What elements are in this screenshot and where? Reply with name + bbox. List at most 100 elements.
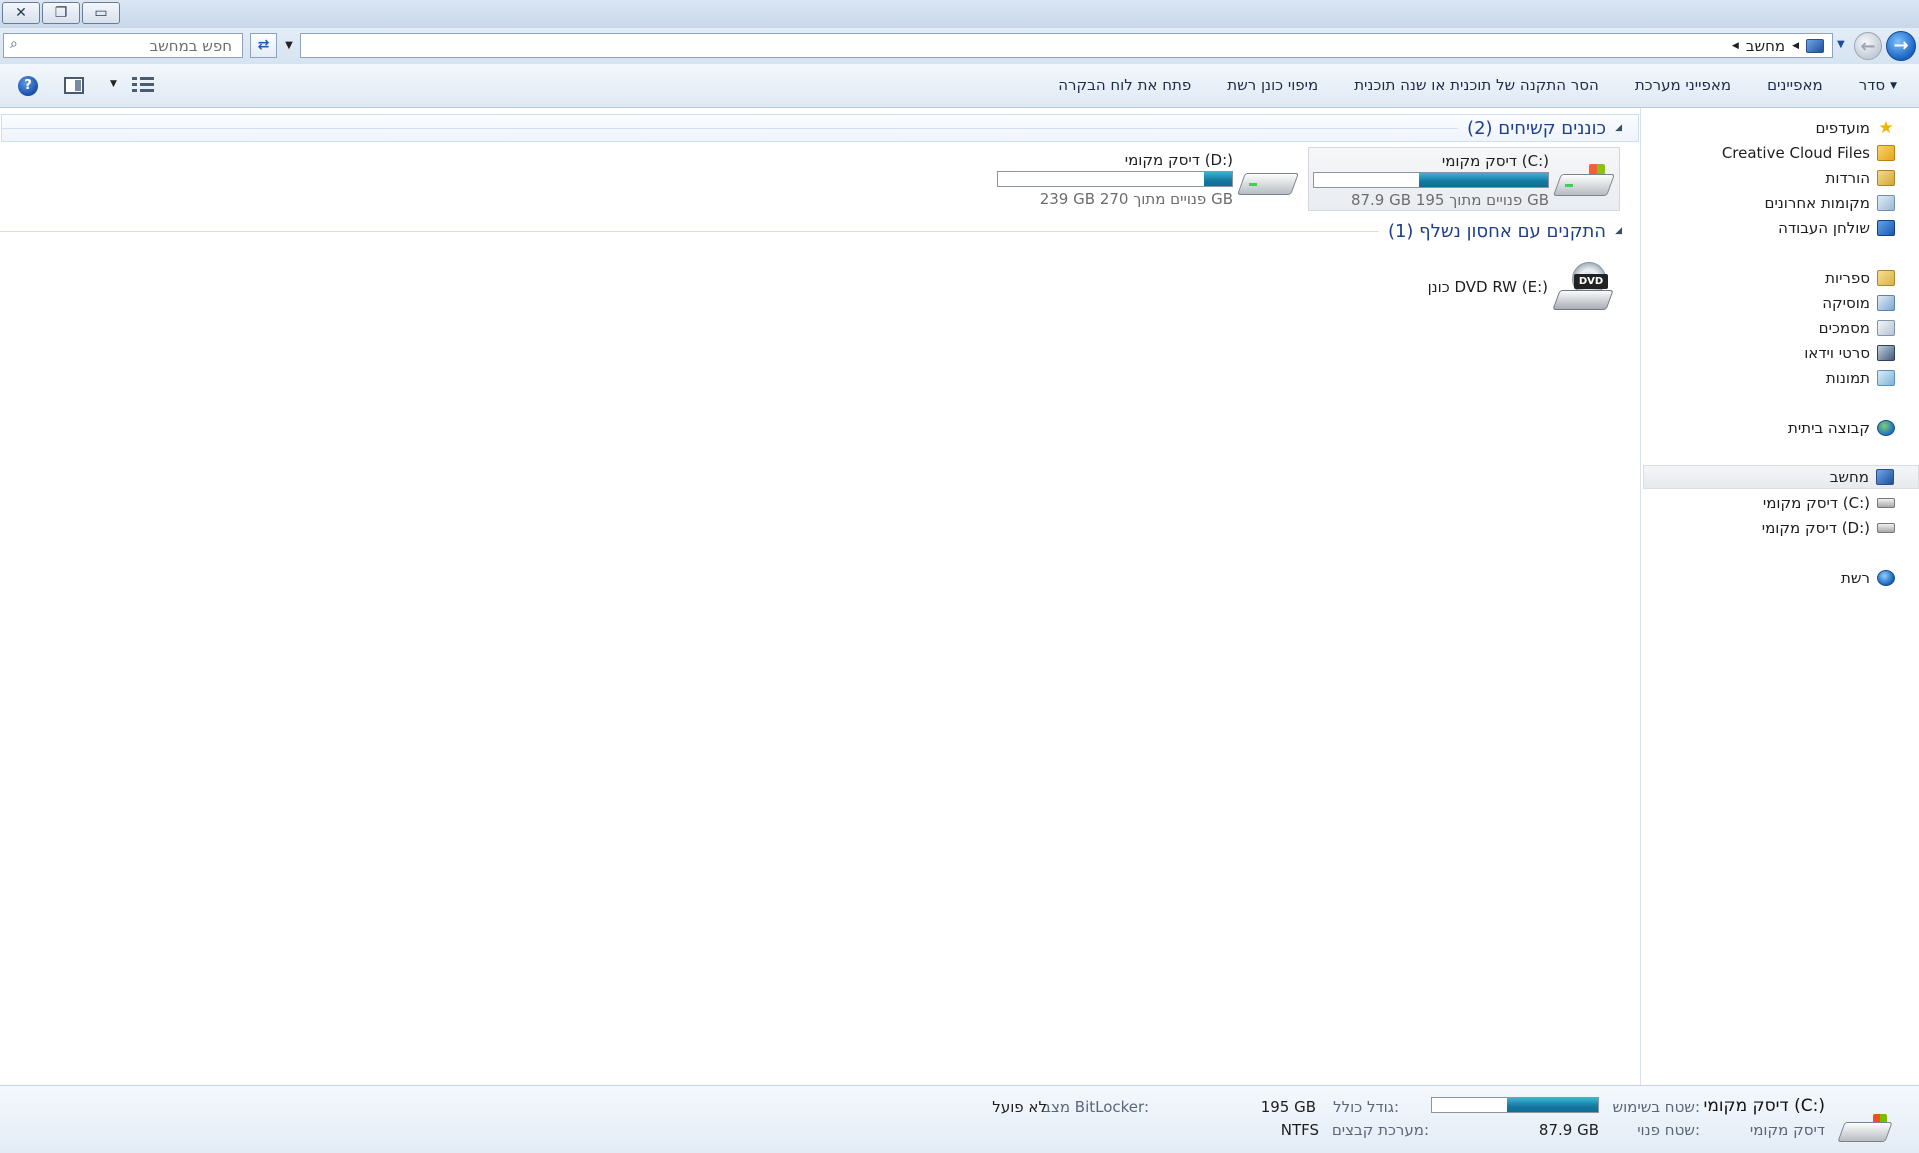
nav-item-favorites[interactable]: ★ מועדפים <box>1645 116 1895 140</box>
computer-icon <box>1806 39 1824 53</box>
nav-item-drive-c[interactable]: דיסק מקומי (C:) <box>1645 491 1895 515</box>
drive-usage-bar <box>997 171 1233 187</box>
nav-item-videos[interactable]: סרטי וידאו <box>1645 341 1895 365</box>
drive-free-space: 239 GB פנויים מתוך 270 GB <box>1039 190 1233 208</box>
details-usage-bar <box>1431 1097 1599 1113</box>
group-header-removable[interactable]: ◢ התקנים עם אחסון נשלף (1) <box>0 218 1622 244</box>
nav-label: תמונות <box>1825 369 1870 387</box>
computer-icon <box>1876 469 1894 485</box>
group-header-hard-drives[interactable]: ◢ כוננים קשיחים (2) <box>1 114 1639 142</box>
recent-places-icon <box>1877 195 1895 211</box>
nav-item-downloads[interactable]: הורדות <box>1645 166 1895 190</box>
nav-item-pictures[interactable]: תמונות <box>1645 366 1895 390</box>
help-icon[interactable]: ? <box>18 76 38 96</box>
nav-label: דיסק מקומי (D:) <box>1761 519 1870 537</box>
drive-tile-d[interactable]: דיסק מקומי (D:) 239 GB פנויים מתוך 270 G… <box>991 147 1303 211</box>
drive-free-space: 87.9 GB פנויים מתוך 195 GB <box>1350 191 1549 209</box>
change-view-dropdown[interactable]: ▼ <box>110 79 117 105</box>
open-control-panel-button[interactable]: פתח את לוח הבקרה <box>1058 76 1191 94</box>
uninstall-program-button[interactable]: הסר התקנה של תוכנית או שנה תוכנית <box>1354 76 1599 94</box>
nav-item-computer[interactable]: מחשב <box>1643 465 1919 489</box>
hard-drive-icon <box>1552 164 1616 198</box>
details-total-label: גודל כולל: <box>1333 1098 1399 1116</box>
search-input[interactable]: ⌕ חפש במחשב <box>3 33 243 58</box>
collapse-triangle-icon[interactable]: ◢ <box>1615 226 1622 236</box>
downloads-folder-icon <box>1877 170 1895 186</box>
star-icon: ★ <box>1878 118 1894 138</box>
nav-item-homegroup[interactable]: קבוצה ביתית <box>1645 416 1895 440</box>
recent-pages-dropdown[interactable]: ▼ <box>1837 39 1845 50</box>
dvd-drive-icon: DVD <box>1552 262 1614 316</box>
details-drive-name: דיסק מקומי (C:) <box>1703 1096 1825 1116</box>
close-button[interactable]: ✕ <box>2 2 40 24</box>
group-title: התקנים עם אחסון נשלף (1) <box>1387 220 1607 242</box>
network-icon <box>1877 570 1895 586</box>
hard-drive-icon <box>1236 163 1300 197</box>
address-bar[interactable]: ◀ מחשב ◀ <box>300 33 1833 58</box>
navigation-pane: ★ מועדפים Creative Cloud Files הורדות מק… <box>1640 108 1919 1085</box>
breadcrumb-arrow-icon[interactable]: ◀ <box>1732 41 1739 51</box>
nav-label: מסמכים <box>1818 319 1870 337</box>
refresh-button[interactable]: ⇄ <box>250 33 277 58</box>
details-fs-value: NTFS <box>1280 1121 1319 1139</box>
preview-pane-icon[interactable] <box>64 77 84 94</box>
drive-tile-dvd[interactable]: DVD כונן DVD RW (E:) <box>1418 254 1618 318</box>
nav-item-network[interactable]: רשת <box>1645 566 1895 590</box>
nav-label: רשת <box>1841 569 1870 587</box>
details-free-label: שטח פנוי: <box>1637 1121 1700 1139</box>
nav-item-drive-d[interactable]: דיסק מקומי (D:) <box>1645 516 1895 540</box>
back-button[interactable]: → <box>1886 31 1916 61</box>
folder-icon <box>1877 145 1895 161</box>
chevron-down-icon: ▼ <box>285 40 293 51</box>
drive-usage-bar <box>1313 172 1549 188</box>
address-history-dropdown[interactable]: ▼ <box>278 33 300 58</box>
navigation-buttons: ▼ ← → <box>1836 29 1918 63</box>
breadcrumb-arrow-icon[interactable]: ◀ <box>1792 41 1799 51</box>
nav-item-music[interactable]: מוסיקה <box>1645 291 1895 315</box>
nav-label: קבוצה ביתית <box>1788 419 1870 437</box>
arrow-left-icon: ← <box>1860 36 1876 57</box>
homegroup-icon <box>1877 420 1895 436</box>
nav-item-libraries[interactable]: ספריות <box>1645 266 1895 290</box>
dvd-label: DVD <box>1574 274 1608 289</box>
search-placeholder: חפש במחשב <box>149 37 232 55</box>
close-icon: ✕ <box>15 5 27 21</box>
nav-item-creative-cloud[interactable]: Creative Cloud Files <box>1645 141 1895 165</box>
change-view-icon[interactable] <box>132 77 154 95</box>
map-network-drive-button[interactable]: מיפוי כונן רשת <box>1227 76 1318 94</box>
address-row: ⌕ חפש במחשב ⇄ ▼ ◀ מחשב ◀ ▼ ← → <box>0 28 1919 64</box>
nav-label: הורדות <box>1825 169 1871 187</box>
content-area: ◢ כוננים קשיחים (2) דיסק מקומי (C:) 87.9… <box>0 108 1640 1085</box>
details-drive-type: דיסק מקומי <box>1749 1121 1825 1139</box>
restore-button[interactable]: ❐ <box>42 2 80 24</box>
minimize-button[interactable]: ▭ <box>82 2 120 24</box>
nav-label: Creative Cloud Files <box>1721 144 1870 162</box>
drive-name: דיסק מקומי (D:) <box>1124 151 1233 169</box>
nav-item-recent-places[interactable]: מקומות אחרונים <box>1645 191 1895 215</box>
chevron-down-icon: ▼ <box>1890 81 1897 91</box>
drive-name: כונן DVD RW (E:) <box>1427 278 1548 296</box>
nav-label: מקומות אחרונים <box>1764 194 1870 212</box>
drive-tile-c[interactable]: דיסק מקומי (C:) 87.9 GB פנויים מתוך 195 … <box>1308 147 1620 211</box>
details-free-value: 87.9 GB <box>1538 1121 1599 1139</box>
nav-label: מחשב <box>1829 468 1869 486</box>
details-total-value: 195 GB <box>1260 1098 1316 1116</box>
arrow-right-icon: → <box>1893 35 1909 56</box>
nav-item-desktop[interactable]: שולחן העבודה <box>1645 216 1895 240</box>
music-icon <box>1877 295 1895 311</box>
organize-menu[interactable]: סדר ▼ <box>1859 76 1897 94</box>
collapse-triangle-icon[interactable]: ◢ <box>1615 123 1622 133</box>
hard-drive-icon <box>1877 523 1895 533</box>
nav-label: מוסיקה <box>1822 294 1870 312</box>
system-properties-button[interactable]: מאפייני מערכת <box>1635 76 1731 94</box>
command-bar: ? ▼ סדר ▼ מאפיינים מאפייני מערכת הסר התקנ… <box>0 64 1919 108</box>
minimize-icon: ▭ <box>94 5 108 21</box>
details-used-label: שטח בשימוש: <box>1612 1098 1700 1116</box>
forward-button[interactable]: ← <box>1854 32 1882 60</box>
nav-item-documents[interactable]: מסמכים <box>1645 316 1895 340</box>
nav-label: מועדפים <box>1815 119 1870 137</box>
breadcrumb-computer[interactable]: מחשב <box>1746 37 1785 55</box>
details-bitlocker-value: לא פועל <box>992 1098 1047 1116</box>
properties-button[interactable]: מאפיינים <box>1767 76 1823 94</box>
pictures-icon <box>1877 370 1895 386</box>
